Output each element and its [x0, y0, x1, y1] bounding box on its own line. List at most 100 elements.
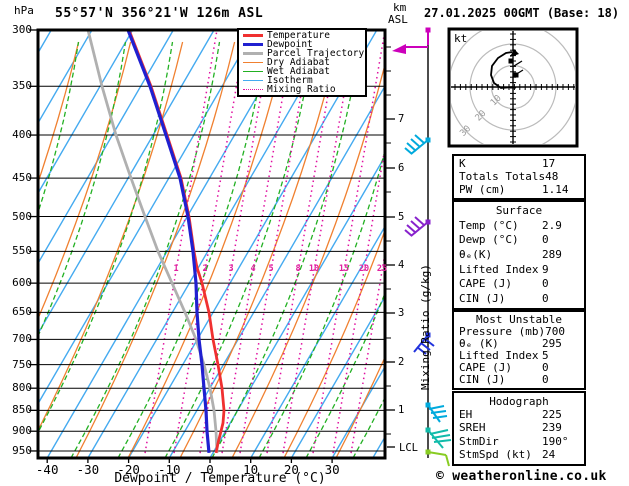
temperature-tick-label: 0 [206, 462, 214, 477]
table-row-label: Totals Totals [459, 169, 546, 183]
table-row-label: Dewp (°C) [459, 233, 519, 247]
table-row-value: 0 [542, 373, 549, 386]
wet-adiabat-line [164, 41, 315, 458]
data-table-most-unstable: Most Unstable Pressure (mb) 700 θₑ (K) 295 Li… [452, 310, 586, 390]
table-row-value: 48 [545, 169, 559, 183]
legend-box: Temperature Dewpoint Parcel Trajectory Dry … [237, 28, 367, 97]
table-row-value: 1.14 [542, 182, 569, 196]
lcl-label: LCL [399, 442, 418, 454]
mixing-ratio-label: 20 [358, 264, 370, 274]
km-tick-label: 5 [398, 211, 405, 223]
isotherm-line [38, 30, 215, 335]
table-header: Hodograph [489, 394, 549, 408]
table-row: Totals Totals 48 [454, 169, 584, 183]
hodograph-inset: 102030 [447, 27, 579, 148]
sounding-chart-page: 10 20 30 hPa 55°57'N 356°21'W 126m ASL km … [0, 0, 629, 486]
pressure-tick-label: 550 [12, 244, 32, 258]
dry-adiabat-line [596, 42, 629, 458]
mixing-ratio-label: 15 [338, 264, 350, 274]
table-row: Lifted Index 9 [454, 262, 584, 276]
station-title: 55°57'N 356°21'W 126m ASL [55, 6, 264, 21]
data-table-hodograph: Hodograph EH 225 SREH 239 StmDir 190° StmSpd (k… [452, 391, 586, 466]
wind-barb [425, 402, 448, 423]
table-row-value: 0 [542, 233, 549, 247]
pressure-tick-label: 900 [12, 424, 32, 438]
mixing-ratio-label: 3 [228, 264, 234, 274]
km-tick-label: 6 [398, 162, 405, 174]
table-row-label: StmDir [459, 434, 499, 448]
valid-datetime: 27.01.2025 00GMT (Base: 18) [424, 6, 620, 20]
temperature-tick-label: -20 [117, 462, 140, 477]
altitude-axis-unit-asl: ASL [388, 13, 408, 26]
wind-barb [425, 449, 450, 467]
pressure-tick-label: 650 [12, 305, 32, 319]
hodograph-unit-label: kt [454, 32, 468, 45]
table-row-value: 2.9 [542, 218, 562, 232]
mixing-ratio-axis-title: Mixing Ratio (g/kg) [419, 264, 432, 390]
table-row: EH 225 [454, 409, 584, 421]
table-row: K 17 [454, 158, 584, 170]
mixing-ratio-label: 4 [250, 264, 256, 274]
table-row-value: 190° [542, 434, 569, 448]
wind-barb [425, 427, 452, 449]
mixing-ratio-label: 1 [173, 264, 179, 274]
pressure-tick-label: 300 [12, 23, 32, 36]
legend-swatch-parcel-trajectory [243, 52, 263, 55]
km-tick-label: 2 [398, 356, 405, 368]
hodograph-level-marker [508, 58, 514, 64]
table-row-label: PW (cm) [459, 182, 506, 196]
km-tick-label: 7 [398, 113, 405, 125]
mixing-ratio-label: 5 [268, 264, 274, 274]
mixing-ratio-label: 25 [376, 264, 388, 274]
pressure-tick-label: 500 [12, 209, 32, 223]
table-row-label: CIN (J) [459, 373, 506, 386]
temperature-tick-label: -10 [158, 462, 181, 477]
table-row-label: Temp (°C) [459, 218, 519, 232]
table-row-value: 239 [542, 421, 562, 435]
data-table-indices: K 17 Totals Totals 48 PW (cm) 1.14 [452, 154, 586, 200]
table-row: CIN (J) 0 [454, 291, 584, 305]
isotherm-line [38, 30, 256, 406]
data-table-surface: Surface Temp (°C) 2.9 Dewp (°C) 0 θₑ(K) 289 Lif… [452, 200, 586, 310]
wind-barb [404, 216, 431, 237]
wind-barb [392, 27, 431, 54]
temperature-tick-label: 10 [243, 462, 259, 477]
legend-swatch-dry-adiabat [243, 62, 263, 63]
table-row-label: θₑ(K) [459, 247, 493, 261]
table-row: Dewp (°C) 0 [454, 234, 584, 246]
table-row-value: 17 [542, 157, 556, 171]
legend-swatch-mixing-ratio [243, 89, 263, 90]
table-row-label: CAPE (J) [459, 277, 512, 291]
table-row-label: SREH [459, 421, 486, 435]
wet-adiabat-line [70, 41, 221, 458]
isotherm-line [0, 30, 11, 458]
legend-swatch-wet-adiabat [243, 71, 263, 72]
table-row-value: 9 [542, 262, 549, 276]
table-row-label: CIN (J) [459, 291, 506, 305]
legend-swatch-temperature [243, 34, 263, 37]
table-row: CIN (J) 0 [454, 374, 584, 386]
km-tick-label: 3 [398, 307, 405, 319]
table-row: StmDir 190° [454, 434, 584, 448]
table-row: SREH 239 [454, 422, 584, 434]
km-tick-label: 1 [398, 404, 405, 416]
temperature-tick-label: 30 [324, 462, 340, 477]
pressure-tick-label: 950 [12, 443, 32, 457]
legend-swatch-isotherm [243, 80, 263, 81]
pressure-tick-label: 850 [12, 403, 32, 417]
watermark: © weatheronline.co.uk [436, 469, 607, 484]
mixing-ratio-label: 8 [295, 264, 301, 274]
table-row-value: 24 [542, 448, 556, 462]
temperature-tick-label: -30 [76, 462, 100, 477]
legend-swatch-dewpoint [243, 43, 263, 46]
table-row-label: EH [459, 408, 473, 422]
pressure-tick-label: 450 [12, 171, 32, 185]
table-row-value: 289 [542, 247, 562, 261]
mixing-ratio-label: 2 [202, 264, 208, 274]
table-row-label: K [459, 157, 466, 171]
wind-barb-column [392, 27, 452, 467]
km-tick-label: 4 [398, 259, 405, 271]
table-row: Temp (°C) 2.9 [454, 218, 584, 232]
table-row-label: StmSpd (kt) [459, 448, 532, 462]
table-row: θₑ(K) 289 [454, 247, 584, 261]
